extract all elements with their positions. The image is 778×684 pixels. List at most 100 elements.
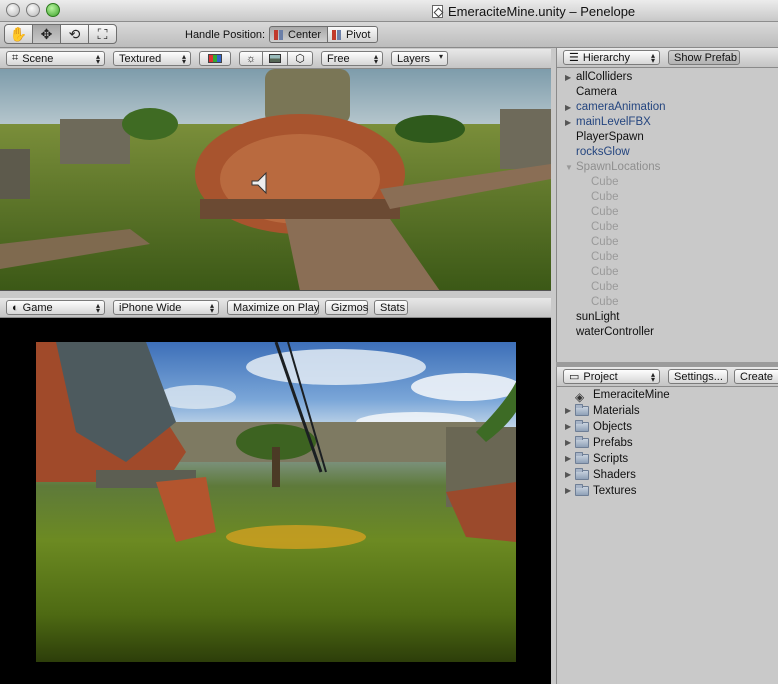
scale-tool-button[interactable]: ⛶: [88, 24, 117, 44]
scene-view-dropdown[interactable]: ⌗ Scene ▴ ▾: [6, 51, 105, 66]
gizmos-toggle[interactable]: Gizmos: [325, 300, 368, 315]
close-window-button[interactable]: [6, 3, 20, 17]
expand-triangle-icon[interactable]: ▶: [565, 70, 571, 85]
create-button[interactable]: Create: [734, 369, 778, 384]
dropdown-arrow-icon: ▴ ▾: [373, 52, 378, 66]
grid-icon: ⌗: [12, 52, 19, 64]
expand-triangle-icon[interactable]: ▶: [565, 467, 571, 483]
hand-icon: ✋: [9, 25, 28, 42]
project-dropdown[interactable]: ▭ Project ▴ ▾: [563, 369, 660, 384]
scene-audio-toggle[interactable]: ⬡: [287, 51, 313, 66]
expand-triangle-icon[interactable]: ▶: [565, 100, 571, 115]
layers-label: Layers: [397, 52, 431, 65]
aspect-ratio-dropdown[interactable]: iPhone Wide ▴ ▾: [113, 300, 219, 315]
minimize-window-button[interactable]: [26, 3, 40, 17]
folder-icon: [575, 484, 589, 496]
hierarchy-toolbar: ☰ Hierarchy ▴ ▾ Show Prefab: [557, 48, 778, 68]
scene-overlay-toggle[interactable]: [262, 51, 288, 66]
collapse-triangle-icon[interactable]: ▼: [565, 160, 573, 175]
hierarchy-item-watercontroller[interactable]: waterController: [557, 325, 778, 340]
expand-triangle-icon[interactable]: ▶: [565, 403, 571, 419]
zoom-window-button[interactable]: [46, 3, 60, 17]
project-toolbar: ▭ Project ▴ ▾ Settings... Create: [557, 367, 778, 387]
hierarchy-item-cube[interactable]: Cube: [557, 220, 778, 235]
move-tool-button[interactable]: ✥: [32, 24, 61, 44]
window-titlebar: EmeraciteMine.unity – Penelope: [0, 0, 778, 22]
project-folder-objects[interactable]: ▶ Objects: [557, 419, 778, 435]
project-root-item[interactable]: ◈ EmeraciteMine: [557, 387, 778, 404]
layers-dropdown[interactable]: Layers ▾: [391, 51, 448, 66]
image-icon: [269, 54, 281, 63]
scene-lighting-toggle[interactable]: ☼: [239, 51, 263, 66]
game-view-dropdown[interactable]: ◐ Game ▴ ▾: [6, 300, 105, 315]
center-button[interactable]: Center: [269, 26, 329, 43]
project-folder-textures[interactable]: ▶ Textures: [557, 483, 778, 499]
hierarchy-item-cube[interactable]: Cube: [557, 190, 778, 205]
expand-triangle-icon[interactable]: ▶: [565, 451, 571, 467]
maximize-on-play-label: Maximize on Play: [233, 301, 320, 314]
camera-mode-label: Free: [327, 52, 350, 65]
expand-triangle-icon[interactable]: ▶: [565, 419, 571, 435]
render-mode-dropdown[interactable]: Textured ▴ ▾: [113, 51, 191, 66]
show-prefab-button[interactable]: Show Prefab: [668, 50, 740, 65]
move-icon: ✥: [40, 25, 53, 42]
window-title-group: EmeraciteMine.unity – Penelope: [432, 3, 635, 19]
pivot-button[interactable]: Pivot: [327, 26, 378, 43]
hand-tool-button[interactable]: ✋: [4, 24, 33, 44]
hierarchy-dropdown[interactable]: ☰ Hierarchy ▴ ▾: [563, 50, 660, 65]
hierarchy-item-cameraanimation[interactable]: ▶ cameraAnimation: [557, 100, 778, 115]
expand-triangle-icon[interactable]: ▶: [565, 115, 571, 130]
maximize-on-play-toggle[interactable]: Maximize on Play: [227, 300, 319, 315]
project-panel: ▭ Project ▴ ▾ Settings... Create ◈ Emeracite…: [556, 367, 778, 684]
folder-icon: [575, 404, 589, 416]
sun-icon: ☼: [245, 52, 257, 65]
render-channel-dropdown[interactable]: [199, 51, 231, 66]
hierarchy-item-camera[interactable]: Camera: [557, 85, 778, 100]
hierarchy-item-cube[interactable]: Cube: [557, 235, 778, 250]
handle-position-toggle: Center Pivot: [269, 26, 378, 43]
rotate-tool-button[interactable]: ⟲: [60, 24, 89, 44]
hierarchy-item-spawnlocations[interactable]: ▼ SpawnLocations: [557, 160, 778, 175]
window-title: EmeraciteMine.unity – Penelope: [448, 3, 636, 19]
settings-button[interactable]: Settings...: [668, 369, 728, 384]
project-folder-shaders[interactable]: ▶ Shaders: [557, 467, 778, 483]
expand-triangle-icon[interactable]: ▶: [565, 483, 571, 499]
unity-document-icon: [432, 4, 443, 18]
dropdown-arrow-icon: ▾: [438, 52, 443, 61]
pivot-label: Pivot: [346, 28, 371, 41]
hierarchy-item-playerspawn[interactable]: PlayerSpawn: [557, 130, 778, 145]
folder-icon: ▭: [569, 371, 580, 383]
hierarchy-label: Hierarchy: [582, 51, 630, 64]
scene-rendering: [0, 69, 551, 290]
render-mode-label: Textured: [119, 52, 162, 65]
game-view-viewport[interactable]: [36, 342, 516, 662]
game-controller-icon: ◐: [12, 301, 19, 314]
scale-icon: ⛶: [97, 25, 108, 42]
hierarchy-item-rocksglow[interactable]: rocksGlow: [557, 145, 778, 160]
hierarchy-item-cube[interactable]: Cube: [557, 265, 778, 280]
project-folder-materials[interactable]: ▶ Materials: [557, 403, 778, 419]
hierarchy-item-mainlevelfbx[interactable]: ▶ mainLevelFBX: [557, 115, 778, 130]
expand-triangle-icon[interactable]: ▶: [565, 435, 571, 451]
project-tree: ◈ EmeraciteMine ▶ Materials ▶ Objects ▶ Pref…: [557, 387, 778, 499]
hierarchy-item-cube[interactable]: Cube: [557, 175, 778, 190]
hierarchy-item-cube[interactable]: Cube: [557, 280, 778, 295]
dropdown-arrow-icon: ▴ ▾: [181, 52, 186, 66]
gizmos-label: Gizmos: [331, 301, 369, 314]
stats-toggle[interactable]: Stats: [374, 300, 408, 315]
dropdown-arrow-icon: ▴ ▾: [209, 301, 214, 315]
hierarchy-item-sunlight[interactable]: sunLight: [557, 310, 778, 325]
game-view-label: Game: [22, 301, 53, 314]
scene-view-viewport[interactable]: [0, 69, 551, 291]
project-folder-scripts[interactable]: ▶ Scripts: [557, 451, 778, 467]
hierarchy-item-allcolliders[interactable]: ▶ allColliders: [557, 70, 778, 85]
dropdown-arrow-icon: ▴ ▾: [95, 301, 100, 315]
project-folder-prefabs[interactable]: ▶ Prefabs: [557, 435, 778, 451]
scene-toolbar: ⌗ Scene ▴ ▾ Textured ▴ ▾ ☼ ⬡ Free ▴ ▾ Layers ▾: [0, 49, 551, 69]
hierarchy-item-cube[interactable]: Cube: [557, 205, 778, 220]
create-label: Create: [740, 370, 774, 383]
folder-icon: [575, 436, 589, 448]
hierarchy-item-cube[interactable]: Cube: [557, 250, 778, 265]
camera-mode-dropdown[interactable]: Free ▴ ▾: [321, 51, 383, 66]
hierarchy-item-cube[interactable]: Cube: [557, 295, 778, 310]
